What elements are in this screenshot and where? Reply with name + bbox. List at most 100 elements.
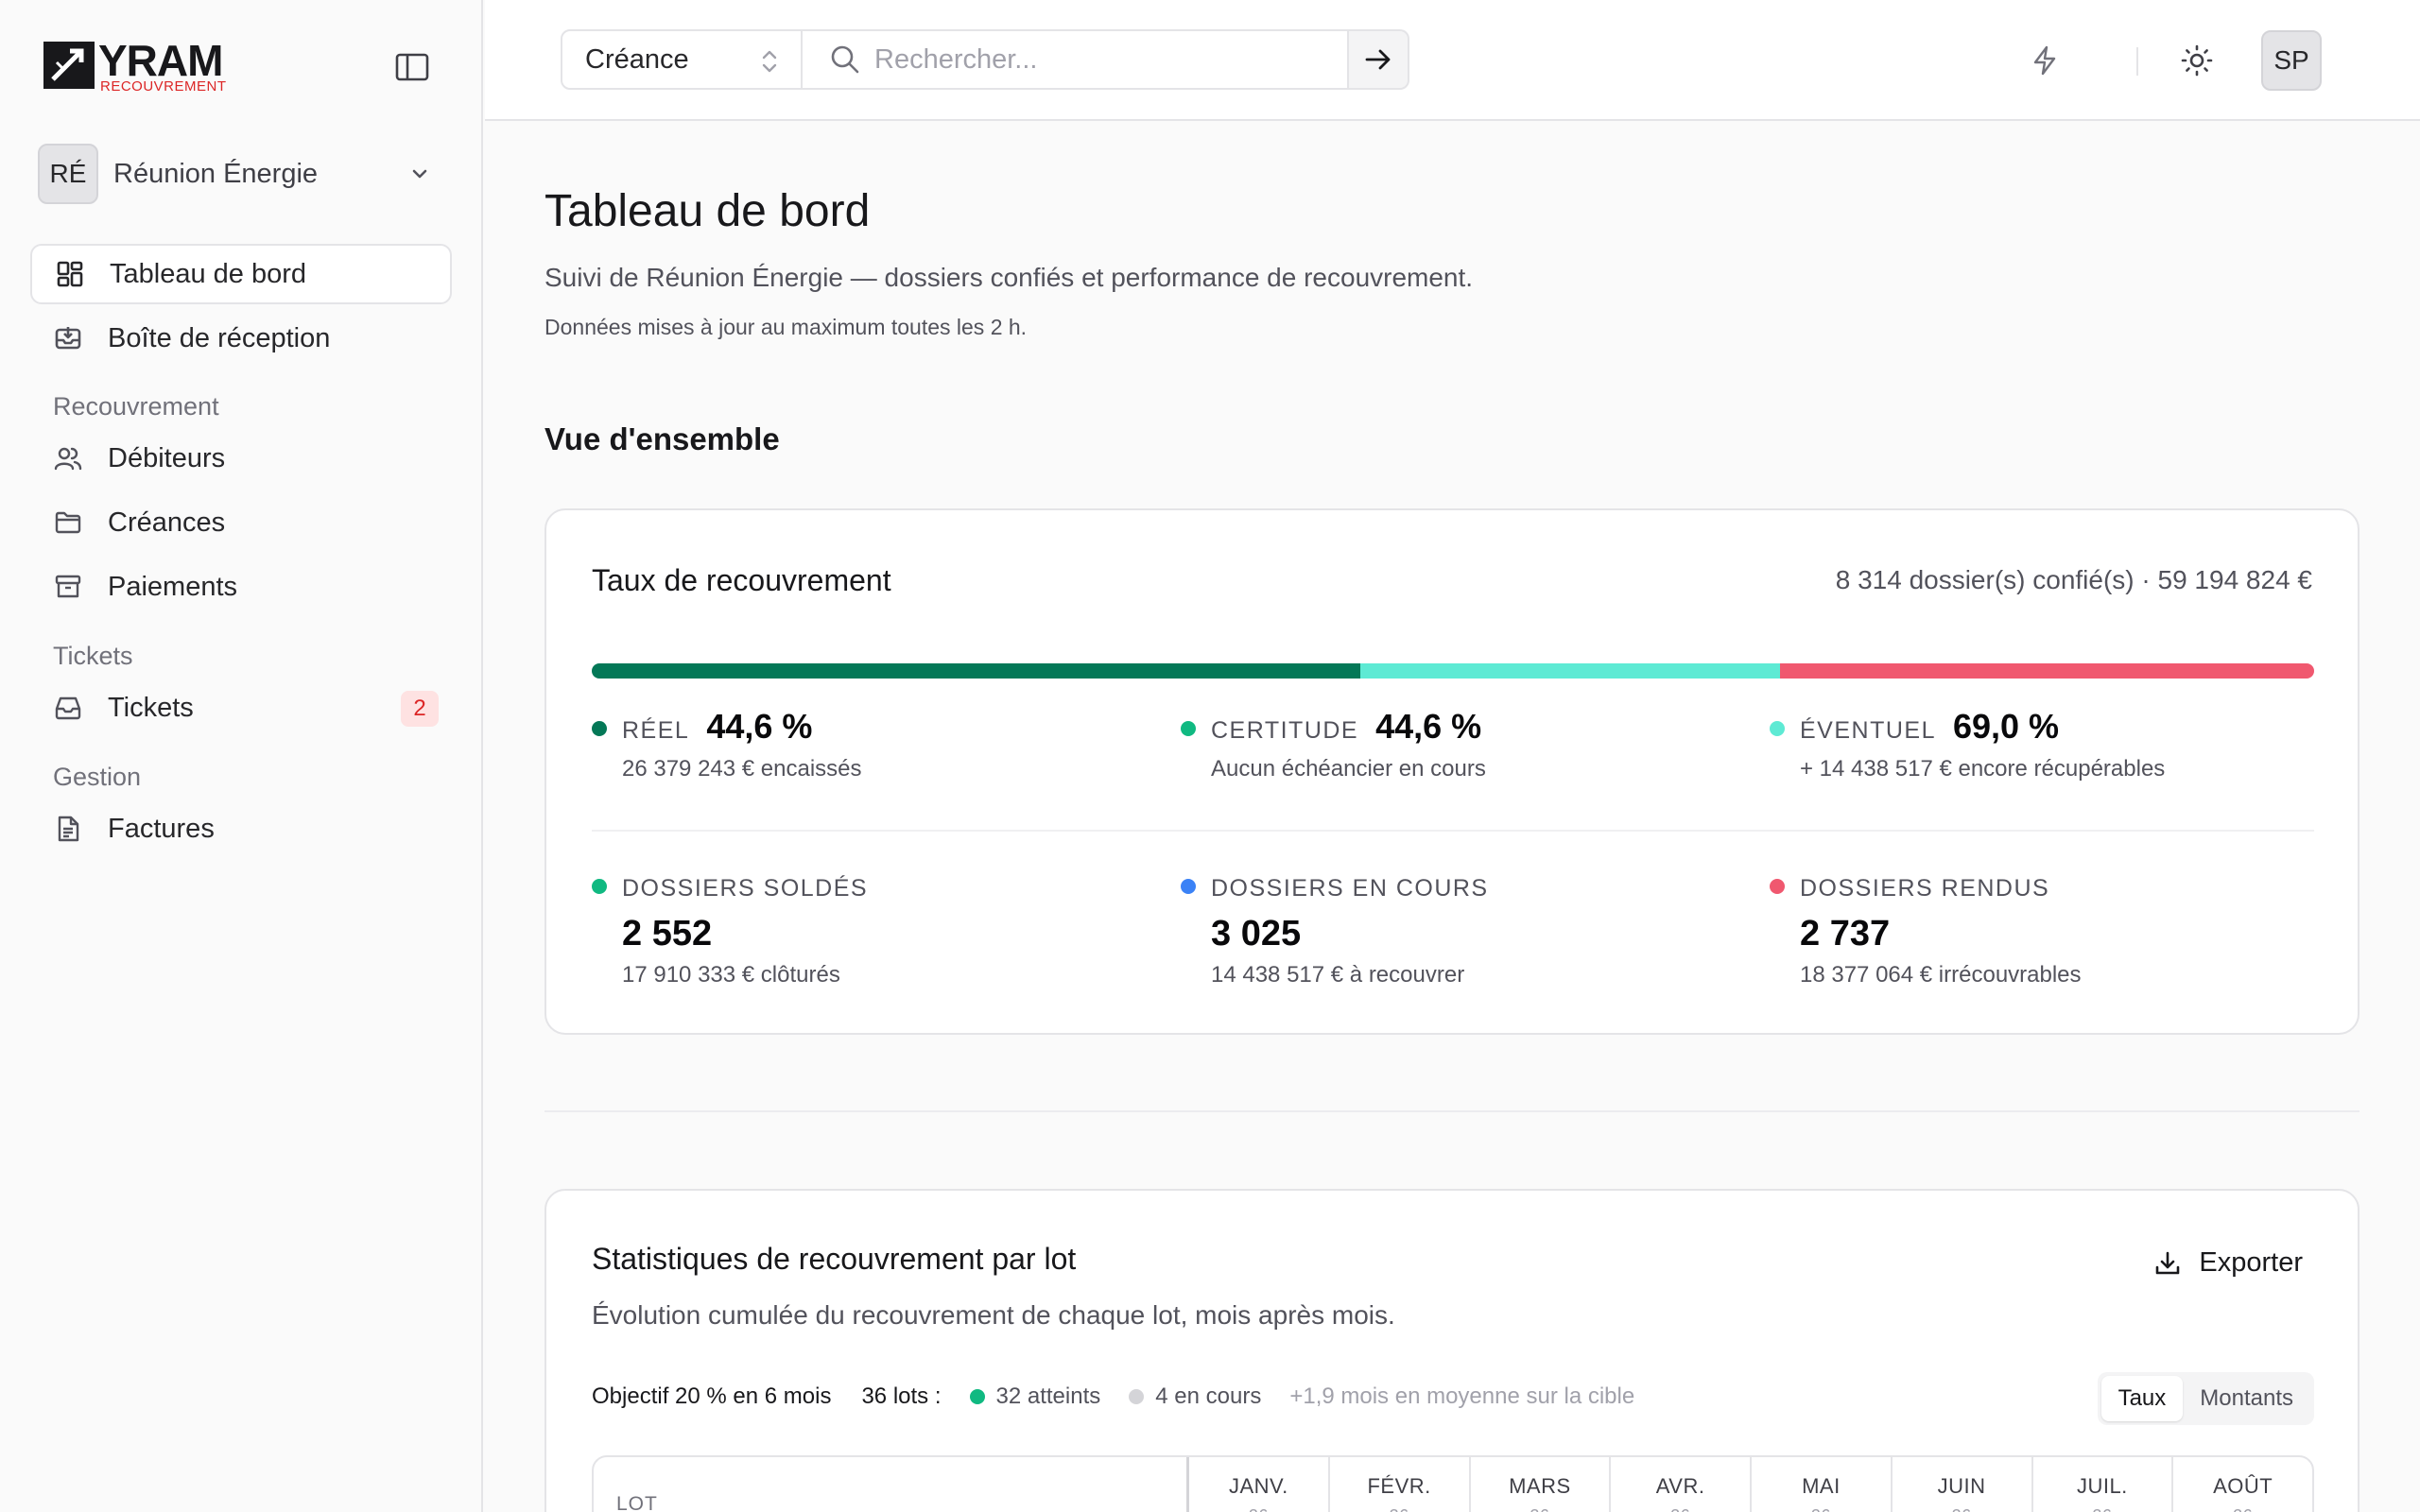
sidebar-item-label: Tickets (108, 692, 194, 723)
tickets-count-badge: 2 (401, 691, 439, 727)
lots-table: LOT JANV. 26 FÉVR. 26 MARS 26 AVR. 26 MAI 26 … (592, 1455, 2314, 1512)
search-type-select[interactable]: Créance (561, 29, 803, 90)
column-header-month: JUIL. 26 (2031, 1457, 2172, 1512)
rate-stat: Éventuel 69,0 % + 14 438 517 € encore réc… (1770, 707, 2165, 782)
recovery-progress-bar (592, 663, 2314, 679)
org-avatar: RÉ (38, 144, 98, 204)
stat-detail: 17 910 333 € clôturés (622, 962, 840, 988)
progress-segment (1359, 663, 1781, 679)
download-icon (2156, 1251, 2180, 1274)
top-bar: Créance SP (485, 0, 2420, 121)
sidebar-item-dashboard[interactable]: Tableau de bord (30, 244, 452, 304)
stat-detail: + 14 438 517 € encore récupérables (1800, 756, 2166, 782)
user-avatar[interactable]: SP (2261, 30, 2322, 91)
status-dot (969, 1389, 985, 1404)
card-title: Taux de recouvrement (592, 563, 891, 597)
stat-label: Certitude (1211, 717, 1359, 744)
inbox-icon (53, 323, 83, 353)
status-dot (592, 879, 607, 894)
column-header-month: MARS 26 (1468, 1457, 1610, 1512)
files-stat: Dossiers en cours 3 025 14 438 517 € à r… (1181, 875, 1489, 988)
table-header-months: JANV. 26 FÉVR. 26 MARS 26 AVR. 26 MAI 26 JUIN… (1189, 1457, 2312, 1512)
status-dot (1770, 879, 1785, 894)
files-stat: Dossiers soldés 2 552 17 910 333 € clôtu… (592, 875, 868, 988)
search-field[interactable] (803, 29, 1349, 90)
files-stat: Dossiers rendus 2 737 18 377 064 € irréc… (1770, 875, 2082, 988)
month-year: 26 (1471, 1506, 1610, 1512)
arrow-right-icon (1365, 49, 1391, 70)
status-dot (592, 721, 607, 736)
sidebar-item-label: Paiements (108, 571, 238, 602)
brand-tagline: RECOUVREMENT (100, 78, 227, 94)
folder-icon (53, 507, 83, 538)
lightning-icon (2033, 45, 2056, 76)
stat-value: 44,6 % (706, 707, 813, 746)
month-name: AOÛT (2213, 1474, 2273, 1498)
page-subtitle: Suivi de Réunion Énergie — dossiers conf… (544, 263, 1474, 292)
brand-logo[interactable]: YRAM RECOUVREMENT (43, 39, 227, 94)
sidebar-item-label: Boîte de réception (108, 322, 331, 353)
month-name: JANV. (1228, 1474, 1288, 1498)
logo-mark-icon (43, 42, 95, 89)
archive-icon (53, 572, 83, 602)
stat-label: Éventuel (1800, 717, 1936, 744)
month-year: 26 (1189, 1506, 1328, 1512)
sidebar-item-label: Débiteurs (108, 442, 226, 473)
stat-value: 69,0 % (1952, 707, 2060, 746)
month-year: 26 (1752, 1506, 1891, 1512)
stat-detail: Aucun échéancier en cours (1211, 756, 1486, 782)
month-name: JUIN (1937, 1474, 1986, 1498)
chevron-up-down-icon (762, 50, 777, 73)
lot-statistics-card: Statistiques de recouvrement par lot Évo… (544, 1189, 2360, 1512)
lots-summary: Objectif 20 % en 6 mois 36 lots : 32 att… (592, 1383, 1634, 1410)
month-year: 26 (1893, 1506, 2031, 1512)
average-delay: +1,9 mois en moyenne sur la cible (1289, 1383, 1635, 1409)
tab-rate[interactable]: Taux (2100, 1376, 2184, 1421)
sidebar-item-debtors[interactable]: Débiteurs (30, 428, 452, 489)
sidebar-item-payments[interactable]: Paiements (30, 557, 452, 617)
rate-stat: Réel 44,6 % 26 379 243 € encaissés (592, 707, 862, 782)
month-name: JUIL. (2076, 1474, 2128, 1498)
dashboard-icon (55, 259, 85, 289)
search-submit-button[interactable] (1349, 29, 1409, 90)
progress-segment (1780, 663, 2314, 679)
export-label: Exporter (2199, 1247, 2303, 1278)
data-refresh-note: Données mises à jour au maximum toutes l… (544, 315, 1028, 339)
users-icon (53, 443, 83, 473)
sidebar-toggle-button[interactable] (395, 53, 429, 81)
sidebar-item-inbox[interactable]: Boîte de réception (30, 308, 452, 369)
chevron-down-icon (412, 169, 427, 179)
org-switcher[interactable]: RÉ Réunion Énergie (38, 144, 439, 204)
month-year: 26 (1330, 1506, 1469, 1512)
goal-text: Objectif 20 % en 6 mois (592, 1383, 832, 1409)
lots-count: 36 lots : (861, 1383, 942, 1409)
card-title: Statistiques de recouvrement par lot (592, 1242, 1077, 1276)
month-year: 26 (2033, 1506, 2172, 1512)
sidebar-item-invoices[interactable]: Factures (30, 799, 452, 859)
search-input[interactable] (874, 43, 1328, 76)
stat-label: Réel (622, 717, 690, 744)
nav-section-title: Gestion (53, 763, 142, 791)
section-divider (544, 1110, 2360, 1112)
quick-actions-button[interactable] (2026, 42, 2064, 79)
month-year: 26 (2173, 1506, 2312, 1512)
legend-reached: 32 atteints (969, 1383, 1100, 1410)
theme-toggle-button[interactable] (2178, 42, 2216, 79)
column-header-month: JANV. 26 (1189, 1457, 1328, 1512)
stat-label: Dossiers soldés (622, 875, 869, 902)
section-title: Vue d'ensemble (544, 421, 780, 456)
view-mode-toggle: Taux Montants (2097, 1372, 2314, 1425)
nav-section-title: Tickets (53, 642, 133, 670)
month-name: FÉVR. (1367, 1474, 1431, 1498)
export-button[interactable]: Exporter (2153, 1247, 2303, 1279)
sidebar-item-claims[interactable]: Créances (30, 492, 452, 553)
page-title: Tableau de bord (544, 186, 871, 236)
org-name: Réunion Énergie (113, 158, 319, 189)
status-dot (1181, 721, 1196, 736)
column-header-month: MAI 26 (1750, 1457, 1891, 1512)
month-name: MAI (1802, 1474, 1841, 1498)
sidebar-item-tickets[interactable]: Tickets 2 (30, 678, 452, 738)
table-header-lot: LOT (594, 1457, 1189, 1512)
tab-amounts[interactable]: Montants (2183, 1376, 2310, 1421)
legend-in-progress: 4 en cours (1129, 1383, 1261, 1410)
